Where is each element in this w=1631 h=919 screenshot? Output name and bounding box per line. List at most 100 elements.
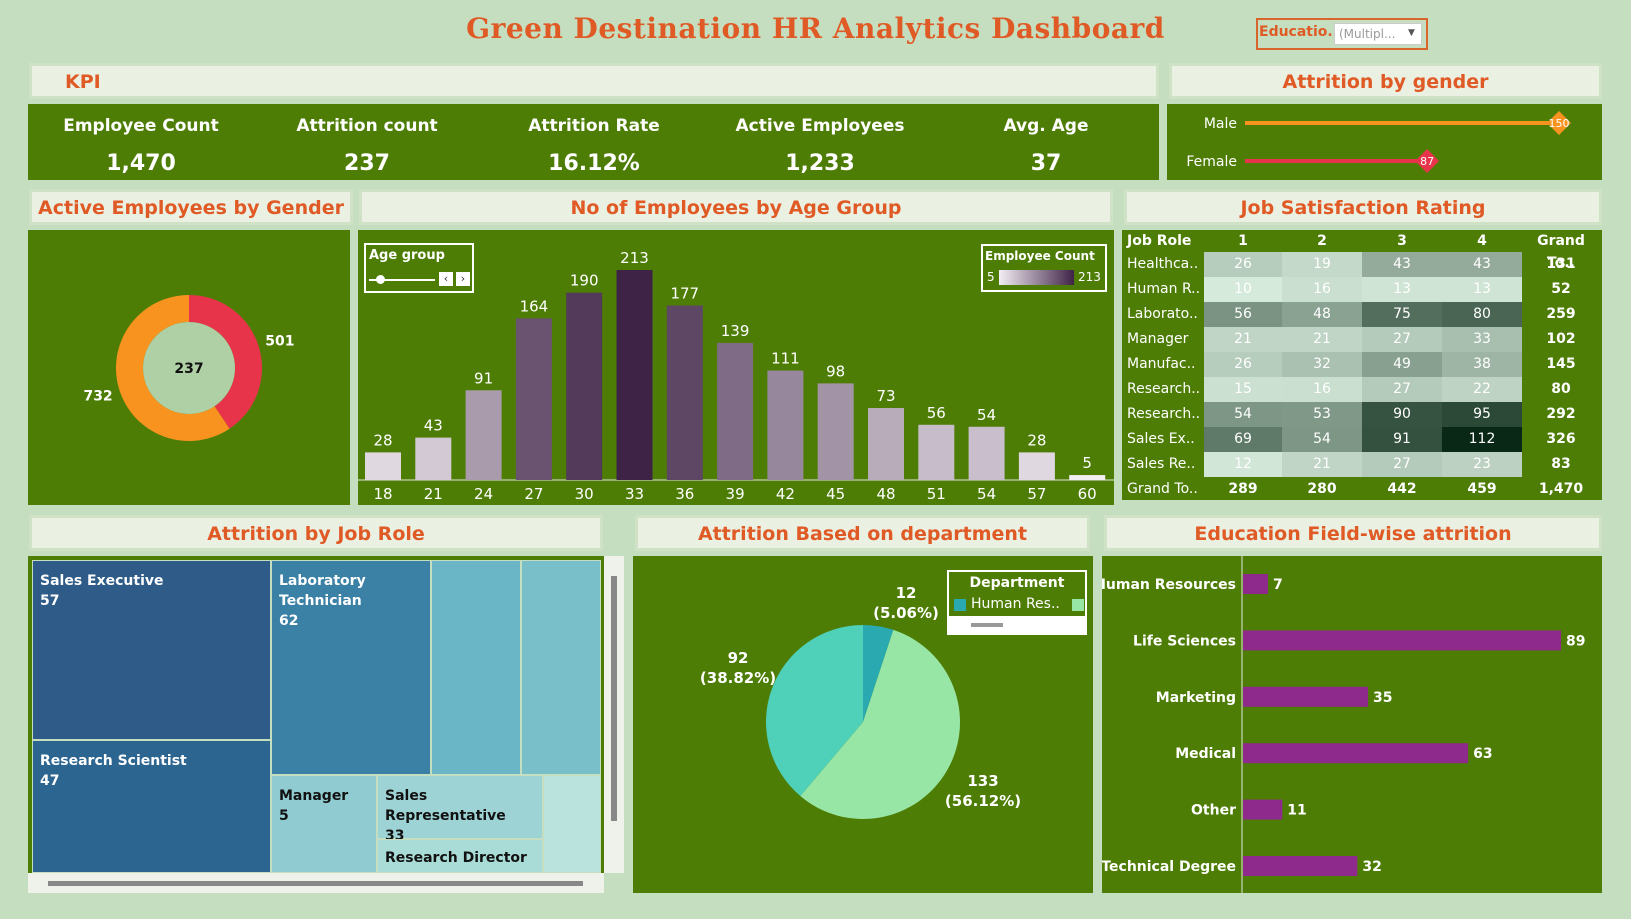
age-bar[interactable] (515, 318, 552, 480)
heatmap-row-total: 292 (1546, 406, 1576, 422)
kpi-value-attrition-count: 237 (344, 151, 390, 176)
education-value: 89 (1566, 633, 1585, 649)
heatmap-row-label: Healthca.. (1127, 256, 1199, 272)
department-slice-value: 133 (967, 772, 998, 790)
heatmap-cell: 48 (1282, 302, 1362, 327)
education-value: 7 (1273, 577, 1283, 593)
heatmap-cell: 21 (1282, 452, 1362, 477)
treemap-research-scientist[interactable]: Research Scientist 47 (32, 740, 271, 873)
kpi-value-employee-count: 1,470 (106, 151, 176, 176)
age-tick-label: 27 (524, 485, 543, 503)
department-slice-pct: (56.12%) (945, 792, 1021, 810)
treemap-block[interactable] (431, 560, 521, 775)
legend-swatch (1072, 599, 1084, 611)
education-bar[interactable] (1243, 630, 1561, 651)
chevron-left-icon[interactable]: ‹ (439, 272, 453, 286)
age-bar[interactable] (415, 437, 452, 480)
treemap-research-director[interactable]: Research Director (377, 839, 543, 873)
department-legend-title: Department (969, 575, 1065, 591)
age-bar-value: 139 (721, 322, 750, 340)
age-bar[interactable] (968, 426, 1005, 480)
age-bar[interactable] (465, 390, 502, 480)
scrollbar-thumb[interactable] (48, 881, 583, 886)
heatmap-cell: 10 (1204, 277, 1282, 302)
heatmap-cell: 13 (1362, 277, 1442, 302)
heatmap-row-label: Research.. (1127, 381, 1201, 397)
age-bar[interactable] (616, 270, 653, 480)
heatmap-row-total: 83 (1551, 456, 1571, 472)
kpi-header: KPI (29, 63, 1159, 99)
age-bar-value: 28 (373, 431, 392, 449)
chevron-right-icon[interactable]: › (456, 272, 470, 286)
age-bar[interactable] (566, 292, 603, 480)
education-filter-label: Educatio.. (1259, 24, 1339, 40)
heatmap-cell: 91 (1362, 427, 1442, 452)
scrollbar-thumb[interactable] (971, 623, 1003, 627)
age-bar[interactable] (365, 452, 401, 480)
treemap-sales-representative[interactable]: Sales Representative 33 (377, 775, 543, 844)
age-bar[interactable] (918, 424, 955, 480)
treemap-block[interactable] (543, 775, 601, 873)
treemap-block[interactable] (521, 560, 601, 775)
heatmap-row-label: Sales Ex.. (1127, 431, 1195, 447)
education-bar[interactable] (1243, 856, 1358, 876)
treemap-label: Research Scientist (40, 753, 187, 769)
education-bar[interactable] (1243, 799, 1283, 820)
department-slice-value: 92 (728, 649, 749, 667)
education-label: Other (1191, 803, 1236, 819)
department-legend[interactable]: Department Human Res.. (947, 570, 1087, 635)
heatmap-cell: 22 (1442, 377, 1522, 402)
education-bar[interactable] (1243, 574, 1269, 594)
age-bar[interactable] (817, 383, 854, 480)
treemap-value: 62 (279, 613, 299, 629)
education-label: Technical Degree (1102, 859, 1236, 875)
employee-count-legend-title: Employee Count (985, 249, 1095, 263)
age-bar[interactable] (1069, 475, 1106, 480)
treemap-laboratory-technician[interactable]: Laboratory Technician 62 (271, 560, 431, 775)
education-value: 63 (1473, 746, 1492, 762)
age-bar[interactable] (666, 305, 703, 480)
heatmap-cell: 12 (1204, 452, 1282, 477)
age-bar[interactable] (717, 342, 754, 480)
age-group-filter[interactable]: Age group ‹ › (364, 243, 474, 293)
age-tick-label: 57 (1027, 485, 1046, 503)
heatmap-cell: 21 (1204, 327, 1282, 352)
heatmap-grand-total-cell: 280 (1307, 481, 1337, 497)
heatmap-cell: 13 (1442, 277, 1522, 302)
legend-scrollbar[interactable] (949, 616, 1085, 633)
kpi-label-attrition-count: Attrition count (296, 116, 438, 136)
education-attrition-panel: Human Resources 7 Life Sciences 89 Marketing… (1094, 556, 1602, 893)
treemap-vertical-scrollbar[interactable] (604, 556, 624, 873)
age-bar-value: 73 (876, 387, 895, 405)
age-slider-handle[interactable] (376, 275, 385, 284)
heatmap-cell: 49 (1362, 352, 1442, 377)
education-value: 11 (1287, 803, 1306, 819)
chevron-down-icon[interactable]: ▼ (1408, 28, 1415, 38)
treemap-value: 5 (279, 808, 289, 824)
kpi-value-avg-age: 37 (1030, 151, 1062, 176)
age-tick-label: 51 (927, 485, 946, 503)
education-attrition-header: Education Field-wise attrition (1104, 515, 1602, 551)
heatmap-cell: 112 (1442, 427, 1522, 452)
treemap-horizontal-scrollbar[interactable] (28, 873, 604, 893)
age-bar[interactable] (1018, 452, 1055, 480)
education-bar[interactable] (1243, 743, 1469, 764)
heatmap-row-total: 102 (1546, 331, 1576, 347)
attrition-by-gender-header: Attrition by gender (1169, 63, 1602, 99)
heatmap-grand-total-cell: 459 (1467, 481, 1497, 497)
treemap-sales-executive[interactable]: Sales Executive 57 (32, 560, 271, 740)
legend-gradient (999, 270, 1074, 285)
education-bar[interactable] (1243, 686, 1369, 707)
treemap-manager[interactable]: Manager 5 (271, 775, 377, 873)
education-label: Medical (1175, 746, 1236, 762)
scrollbar-thumb[interactable] (611, 576, 617, 821)
kpi-label-active-employees: Active Employees (735, 116, 905, 136)
legend-item-human-resources: Human Res.. (971, 596, 1060, 612)
heatmap-cell: 26 (1204, 352, 1282, 377)
age-bar[interactable] (868, 408, 904, 480)
heatmap-row-total: 326 (1546, 431, 1576, 447)
treemap-label: Sales Representative (385, 788, 506, 824)
age-bar[interactable] (767, 370, 804, 480)
heatmap-cell: 15 (1204, 377, 1282, 402)
age-bar-value: 28 (1027, 431, 1046, 449)
